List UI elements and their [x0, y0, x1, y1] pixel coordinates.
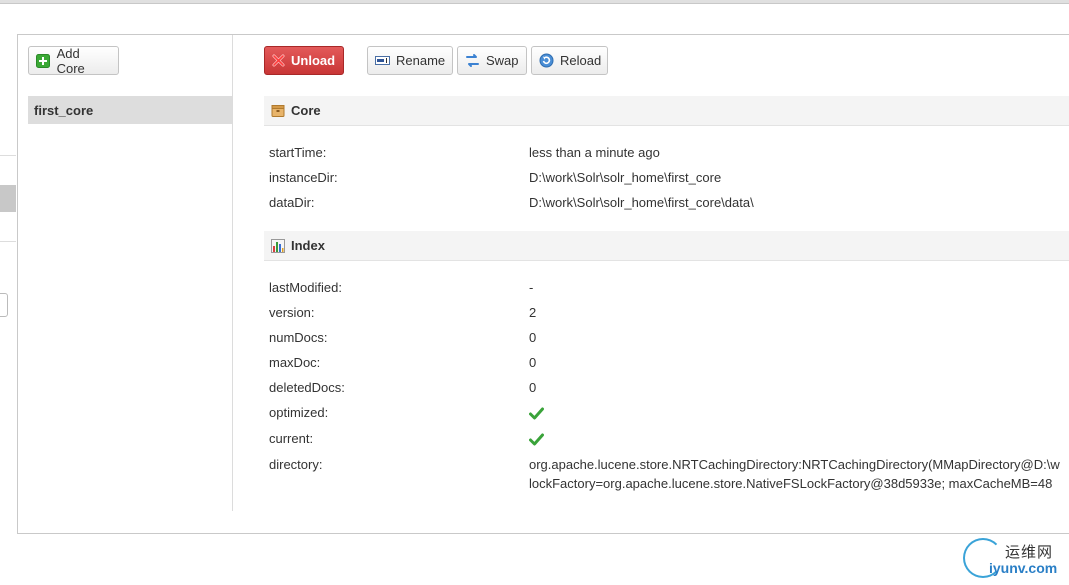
row-key: startTime: [269, 145, 327, 160]
core-list-item-first-core[interactable]: first_core [28, 96, 232, 124]
row-key: version: [269, 305, 315, 320]
watermark-cn-text: 运维网 [1005, 544, 1054, 561]
swap-button[interactable]: Swap [457, 46, 527, 75]
row-value: D:\work\Solr\solr_home\first_core\data\ [529, 195, 754, 210]
swap-label: Swap [486, 53, 519, 68]
core-admin-panel: Add Core Unload Rename Swap Reload first… [17, 34, 1069, 534]
row-key: instanceDir: [269, 170, 338, 185]
nav-selected-item[interactable] [0, 185, 16, 212]
row-value: less than a minute ago [529, 145, 660, 160]
bar-chart-icon [271, 238, 285, 253]
core-section-header: Core [264, 96, 1069, 126]
index-row-optimized: optimized: [269, 403, 1069, 423]
row-key: current: [269, 431, 314, 446]
rename-icon [375, 53, 390, 68]
index-row-directory-cont: lockFactory=org.apache.lucene.store.Nati… [269, 474, 1069, 494]
reload-icon [539, 53, 554, 68]
rename-label: Rename [396, 53, 446, 68]
index-row-deleteddocs: deletedDocs: 0 [269, 378, 1069, 398]
add-core-label: Add Core [56, 45, 85, 76]
rename-button[interactable]: Rename [367, 46, 453, 75]
core-row-starttime: startTime: less than a minute ago [269, 143, 1069, 163]
unload-label: Unload [291, 53, 336, 68]
row-value: - [529, 280, 534, 295]
core-row-datadir: dataDir: D:\work\Solr\solr_home\first_co… [269, 193, 1069, 213]
index-row-current: current: [269, 429, 1069, 449]
plus-box-icon [36, 53, 51, 68]
watermark-url-text: iyunv.com [989, 560, 1058, 576]
row-key: lastModified: [269, 280, 342, 295]
nav-divider [0, 241, 16, 242]
row-value: 0 [529, 330, 537, 345]
index-row-lastmodified: lastModified: - [269, 278, 1069, 298]
core-section-title: Core [291, 103, 321, 118]
row-value-line2: lockFactory=org.apache.lucene.store.Nati… [529, 476, 1053, 491]
row-value: org.apache.lucene.store.NRTCachingDirect… [529, 457, 1060, 472]
index-row-numdocs: numDocs: 0 [269, 328, 1069, 348]
index-row-version: version: 2 [269, 303, 1069, 323]
row-value: 2 [529, 305, 537, 320]
index-row-directory: directory: org.apache.lucene.store.NRTCa… [269, 455, 1069, 475]
checkmark-icon [529, 432, 544, 452]
row-key: maxDoc: [269, 355, 321, 370]
x-icon [272, 53, 285, 68]
watermark-logo: 运维网 iyunv.com [963, 538, 1069, 582]
add-core-button[interactable]: Add Core [28, 45, 119, 76]
reload-button[interactable]: Reload [531, 46, 608, 75]
top-border [0, 0, 1069, 4]
unload-button[interactable]: Unload [264, 46, 344, 75]
row-key: optimized: [269, 405, 329, 420]
row-key: dataDir: [269, 195, 315, 210]
row-value: D:\work\Solr\solr_home\first_core [529, 170, 722, 185]
reload-label: Reload [560, 53, 602, 68]
row-key: directory: [269, 457, 323, 472]
index-row-maxdoc: maxDoc: 0 [269, 353, 1069, 373]
box-icon [271, 104, 285, 118]
row-key: numDocs: [269, 330, 328, 345]
row-value: 0 [529, 355, 537, 370]
nav-divider [0, 155, 16, 156]
index-section-title: Index [291, 238, 325, 253]
swap-icon [465, 53, 480, 68]
row-value: 0 [529, 380, 537, 395]
checkmark-icon [529, 406, 544, 426]
nav-select-field[interactable] [0, 293, 8, 317]
index-section-header: Index [264, 231, 1069, 261]
core-row-instancedir: instanceDir: D:\work\Solr\solr_home\firs… [269, 168, 1069, 188]
row-key: deletedDocs: [269, 380, 345, 395]
